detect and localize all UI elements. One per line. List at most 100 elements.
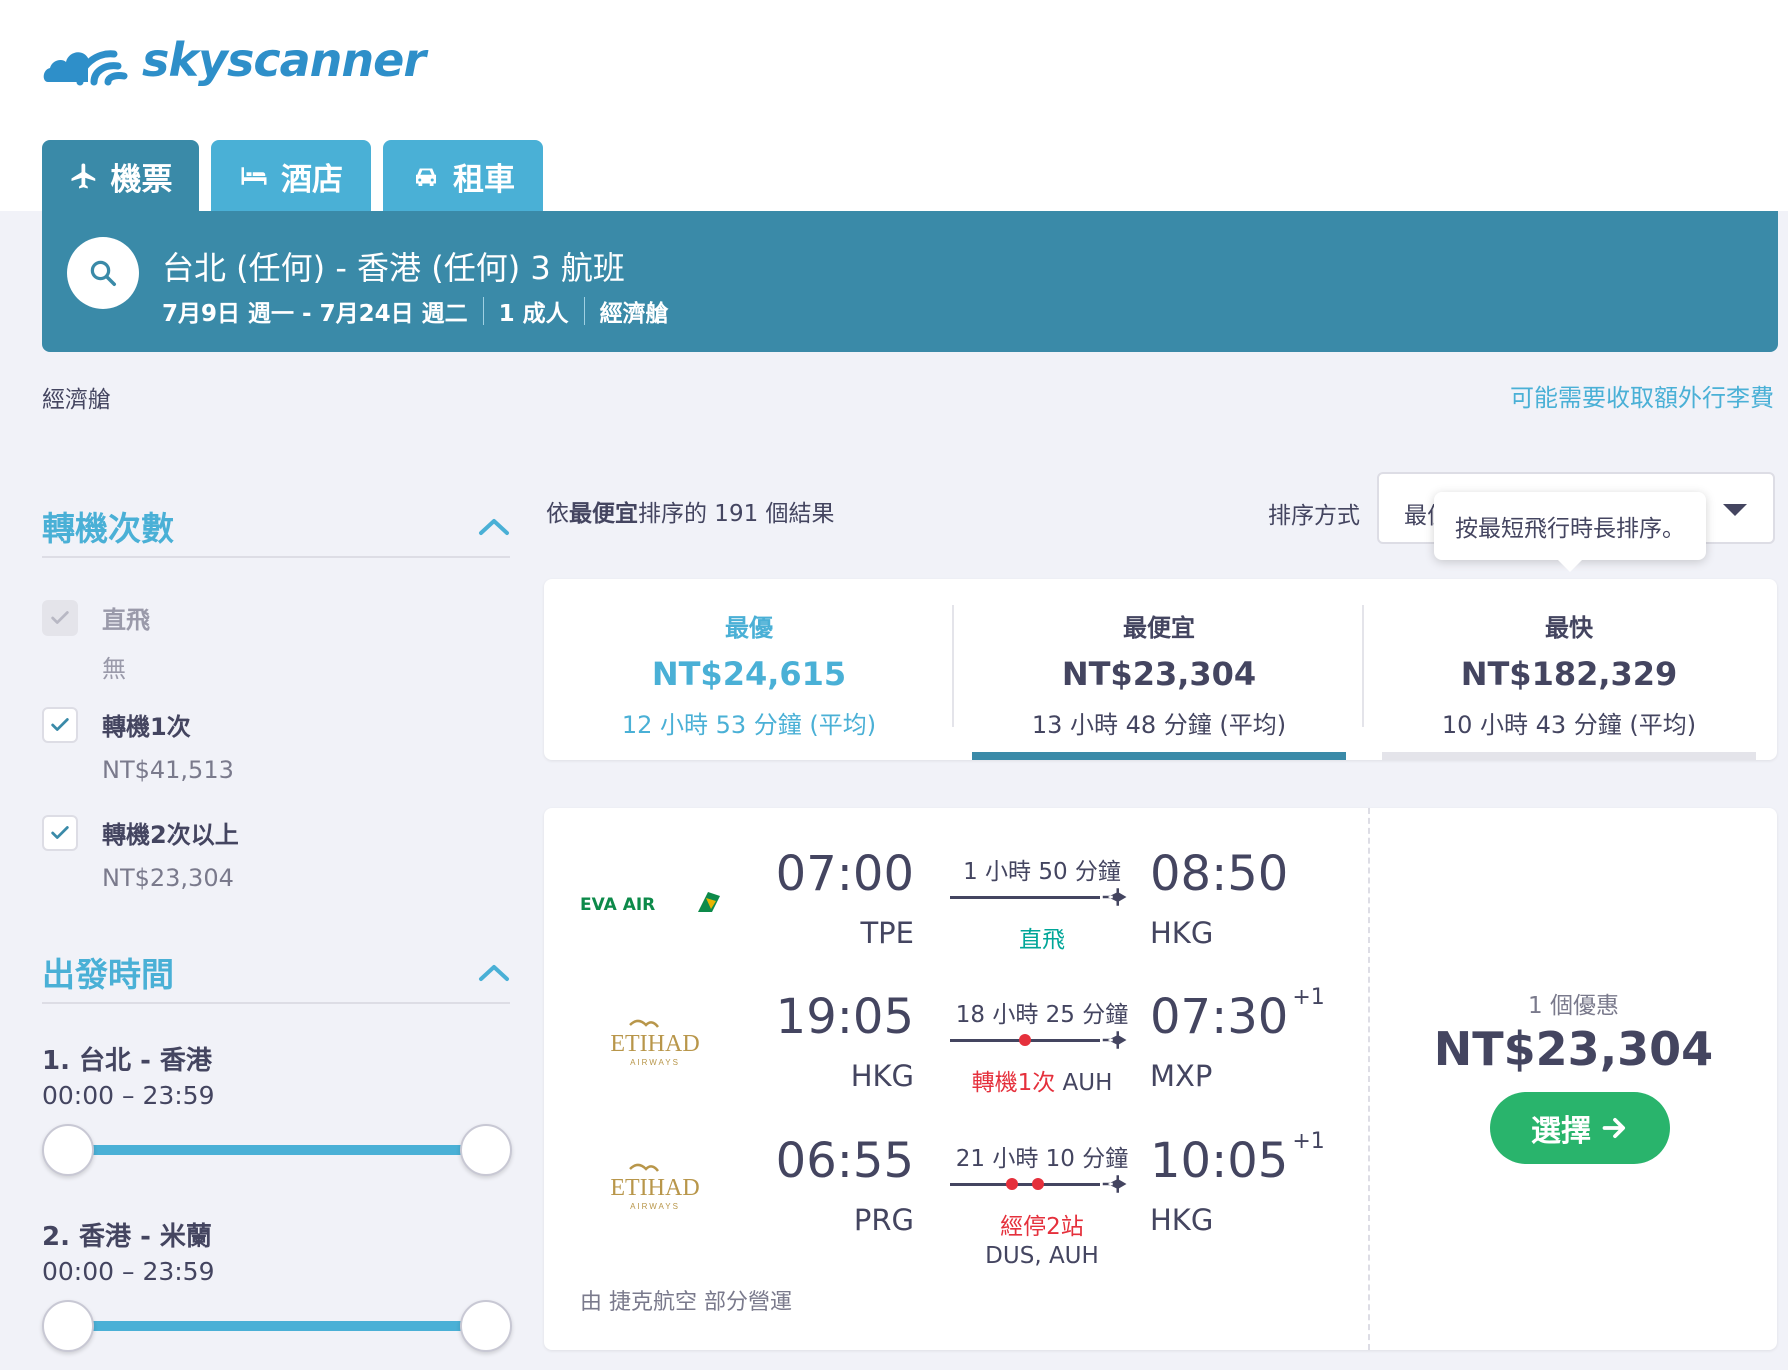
summary-card-cheapest[interactable]: 最便宜 NT$23,304 13 小時 48 分鐘 (平均) bbox=[954, 579, 1364, 760]
stop-dot bbox=[1032, 1178, 1044, 1190]
summary-card-best[interactable]: 最優 NT$24,615 12 小時 53 分鐘 (平均) bbox=[544, 579, 954, 760]
stop-option-label: 轉機2次以上 bbox=[102, 821, 239, 849]
summary-card-duration: 10 小時 43 分鐘 (平均) bbox=[1441, 711, 1697, 739]
svg-text:ETIHAD: ETIHAD bbox=[610, 1175, 699, 1201]
chevron-up-icon[interactable] bbox=[478, 509, 510, 544]
chevron-up-icon[interactable] bbox=[478, 955, 510, 990]
arrival-time-value: 07:30 bbox=[1150, 989, 1289, 1045]
departure-time: 19:05 bbox=[775, 989, 914, 1045]
deal-count: 1 個優惠 bbox=[1528, 993, 1619, 1019]
brand-name: skyscanner bbox=[142, 33, 426, 87]
summary-card-fastest[interactable]: 最快 NT$182,329 10 小時 43 分鐘 (平均) bbox=[1364, 579, 1774, 760]
stop-option-direct[interactable]: 直飛 無 bbox=[42, 600, 150, 684]
summary-card-price: NT$24,615 bbox=[651, 655, 847, 693]
summary-card-price: NT$182,329 bbox=[1460, 655, 1678, 693]
departure-leg-2: 2. 香港 - 米蘭 00:00 – 23:59 bbox=[42, 1216, 512, 1286]
stop-airports: AUH bbox=[1055, 1070, 1113, 1096]
operated-by-note: 由 捷克航空 部分營運 bbox=[580, 1290, 792, 1315]
itinerary-card[interactable]: EVA AIR 07:00 TPE 1 小時 50 分鐘 直飛 08:50 HK… bbox=[544, 808, 1777, 1350]
departure-time: 07:00 bbox=[775, 846, 914, 902]
tab-flights[interactable]: 機票 bbox=[42, 140, 199, 212]
search-route: 台北 (任何) - 香港 (任何) 3 航班 bbox=[162, 249, 625, 287]
search-passengers: 1 成人 bbox=[498, 301, 569, 327]
stops-label: 轉機1次 AUH bbox=[946, 1063, 1138, 1097]
departure-time: 06:55 bbox=[775, 1133, 914, 1189]
plane-right-icon bbox=[1102, 888, 1127, 906]
etihad-logo: ETIHAD AIRWAYS bbox=[610, 1163, 700, 1211]
caret-down-icon bbox=[1723, 504, 1747, 516]
flight-duration: 1 小時 50 分鐘 bbox=[963, 859, 1121, 885]
select-button[interactable]: 選擇 bbox=[1490, 1092, 1670, 1164]
stop-option-price: NT$41,513 bbox=[102, 756, 234, 784]
arrival-time: 10:05 +1 bbox=[1150, 1129, 1325, 1189]
departure-leg-range: 00:00 – 23:59 bbox=[42, 1081, 215, 1110]
vertical-tabs: 機票 酒店 租車 bbox=[42, 140, 543, 212]
stop-option-two-plus[interactable]: 轉機2次以上 NT$23,304 bbox=[42, 815, 239, 892]
sort-summary-tabs: 最優 NT$24,615 12 小時 53 分鐘 (平均) 最便宜 NT$23,… bbox=[544, 579, 1777, 760]
slider-track bbox=[66, 1321, 488, 1331]
select-button-label: 選擇 bbox=[1531, 1114, 1591, 1149]
bed-icon bbox=[241, 167, 267, 185]
arrival-airport: HKG bbox=[1150, 916, 1214, 950]
tab-car-hire[interactable]: 租車 bbox=[383, 140, 543, 212]
stops-label: 直飛 bbox=[1019, 927, 1065, 953]
route-line bbox=[950, 1183, 1100, 1186]
svg-text:AIRWAYS: AIRWAYS bbox=[630, 1202, 680, 1211]
stops-count: 轉機1次 bbox=[971, 1070, 1056, 1096]
results-count: 依最便宜排序的 191 個結果 bbox=[546, 494, 835, 528]
results-count-suffix: 排序的 191 個結果 bbox=[638, 501, 835, 527]
departure-airport: HKG bbox=[850, 1059, 914, 1093]
divider bbox=[583, 297, 585, 325]
checkbox-one-stop[interactable] bbox=[42, 707, 78, 743]
departure-slider-2[interactable] bbox=[42, 1300, 512, 1352]
departure-filter-header[interactable]: 出發時間 bbox=[42, 942, 510, 1004]
sort-tooltip: 按最短飛行時長排序。 bbox=[1434, 492, 1706, 572]
search-summary[interactable]: 台北 (任何) - 香港 (任何) 3 航班 7月9日 週一 - 7月24日 週… bbox=[42, 211, 1778, 352]
slider-max-handle[interactable] bbox=[460, 1124, 512, 1176]
plane-right-icon bbox=[1102, 1175, 1127, 1193]
unselected-indicator bbox=[1382, 752, 1756, 760]
tab-hotels[interactable]: 酒店 bbox=[211, 140, 371, 212]
summary-card-heading: 最優 bbox=[725, 614, 773, 642]
skyscanner-logo[interactable]: skyscanner bbox=[40, 30, 426, 90]
stops-filter-header[interactable]: 轉機次數 bbox=[42, 496, 510, 558]
slider-min-handle[interactable] bbox=[42, 1124, 94, 1176]
stop-option-one-stop[interactable]: 轉機1次 NT$41,513 bbox=[42, 707, 234, 784]
summary-card-duration: 12 小時 53 分鐘 (平均) bbox=[621, 711, 877, 739]
day-offset: +1 bbox=[1292, 1129, 1325, 1154]
checkbox-direct[interactable] bbox=[42, 600, 78, 636]
summary-card-price: NT$23,304 bbox=[1061, 655, 1257, 693]
stop-option-text: 直飛 無 bbox=[102, 600, 150, 684]
summary-card-heading: 最快 bbox=[1545, 614, 1593, 642]
slider-max-handle[interactable] bbox=[460, 1300, 512, 1352]
stop-option-price: NT$23,304 bbox=[102, 864, 234, 892]
departure-leg-1: 1. 台北 - 香港 00:00 – 23:59 bbox=[42, 1040, 512, 1110]
stop-option-label: 直飛 bbox=[102, 606, 150, 634]
search-cabin: 經濟艙 bbox=[599, 301, 669, 327]
cabin-class-label: 經濟艙 bbox=[42, 387, 111, 413]
baggage-fees-link[interactable]: 可能需要收取額外行李費 bbox=[1510, 378, 1774, 413]
plane-right-icon bbox=[1102, 1031, 1127, 1049]
search-dates: 7月9日 週一 - 7月24日 週二 bbox=[162, 301, 468, 327]
arrival-time: 08:50 bbox=[1150, 846, 1288, 902]
stop-option-price: 無 bbox=[102, 655, 126, 683]
arrival-time: 07:30 +1 bbox=[1150, 985, 1325, 1045]
stop-dot bbox=[1019, 1034, 1031, 1046]
search-icon bbox=[90, 260, 116, 286]
flight-duration: 21 小時 10 分鐘 bbox=[955, 1146, 1129, 1172]
itinerary-leg: ETIHAD AIRWAYS 19:05 HKG 18 小時 25 分鐘 轉機1… bbox=[544, 985, 1364, 1109]
departure-leg-label: 2. 香港 - 米蘭 bbox=[42, 1222, 212, 1252]
checkmark-icon bbox=[51, 611, 69, 624]
slider-min-handle[interactable] bbox=[42, 1300, 94, 1352]
divider bbox=[482, 297, 484, 325]
flight-duration: 18 小時 25 分鐘 bbox=[955, 1002, 1129, 1028]
stops-label: 經停2站 bbox=[1000, 1214, 1084, 1240]
checkbox-two-plus[interactable] bbox=[42, 815, 78, 851]
departure-slider-1[interactable] bbox=[42, 1124, 512, 1176]
plane-icon bbox=[71, 163, 95, 189]
edit-search-button[interactable] bbox=[67, 237, 139, 309]
svg-text:AIRWAYS: AIRWAYS bbox=[630, 1058, 680, 1067]
selected-indicator bbox=[972, 752, 1346, 760]
checkmark-icon bbox=[51, 826, 69, 839]
departure-filter-title: 出發時間 bbox=[42, 955, 174, 994]
